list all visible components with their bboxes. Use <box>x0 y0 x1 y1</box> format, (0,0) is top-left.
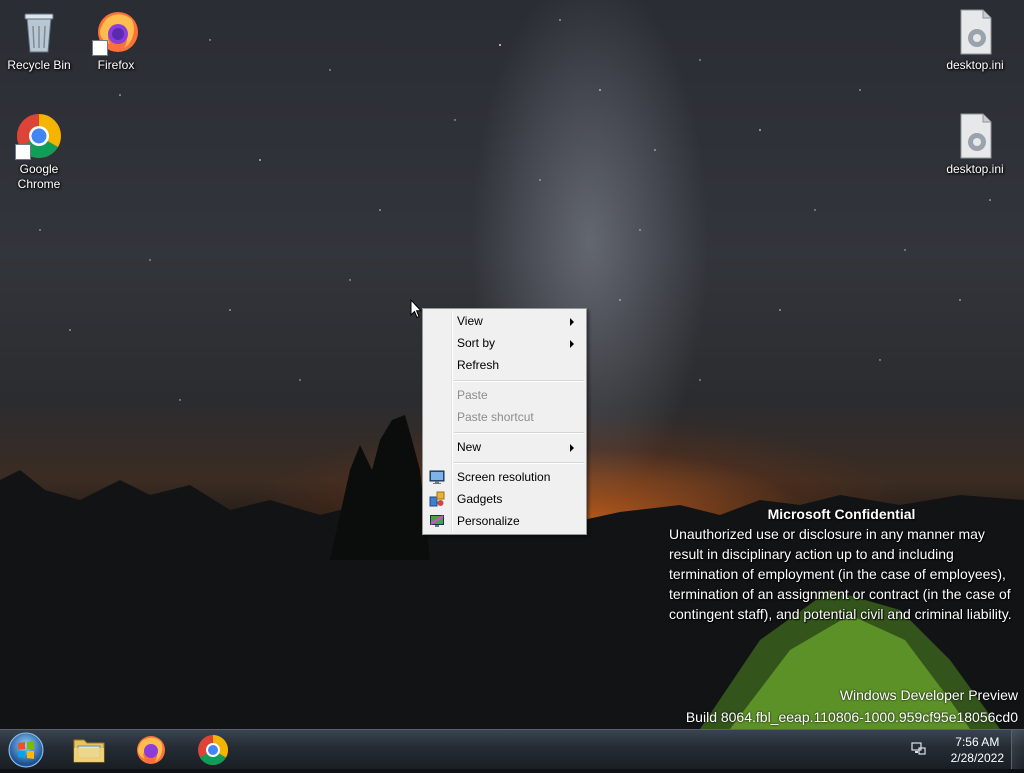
chrome-icon <box>15 112 63 160</box>
desktop-icon-desktop-ini-1[interactable]: desktop.ini <box>935 8 1015 73</box>
windows-logo-icon <box>8 732 44 768</box>
menu-item-label: Screen resolution <box>457 470 551 484</box>
menu-item-label: Paste shortcut <box>457 410 534 424</box>
menu-item-gadgets[interactable]: Gadgets <box>425 488 584 510</box>
desktop-background[interactable]: Recycle Bin Firefox Google Chrome deskto… <box>0 0 1024 729</box>
menu-item-label: New <box>457 440 482 454</box>
menu-item-sort-by[interactable]: Sort by <box>425 332 584 354</box>
taskbar-firefox[interactable] <box>128 732 174 768</box>
desktop-icon-label: desktop.ini <box>946 58 1004 72</box>
desktop-icon-label: desktop.ini <box>946 162 1004 176</box>
taskbar-file-explorer[interactable] <box>66 732 112 768</box>
start-button[interactable] <box>4 732 48 768</box>
mouse-cursor-icon <box>410 299 422 319</box>
menu-separator <box>454 432 584 434</box>
taskbar-clock[interactable]: 7:56 AM 2/28/2022 <box>951 734 1004 766</box>
taskbar-chrome[interactable] <box>190 732 236 768</box>
menu-separator <box>454 380 584 382</box>
desktop-icon-label: Firefox <box>97 58 135 72</box>
menu-item-personalize[interactable]: Personalize <box>425 510 584 532</box>
submenu-arrow-icon <box>570 318 574 326</box>
clock-date: 2/28/2022 <box>950 751 1004 765</box>
system-tray: 7:56 AM 2/28/2022 <box>894 730 1024 769</box>
shortcut-arrow-icon <box>92 40 108 56</box>
shortcut-arrow-icon <box>15 144 31 160</box>
desktop-icon-label: Recycle Bin <box>7 58 71 72</box>
gadgets-icon <box>429 491 445 507</box>
desktop-context-menu: View Sort by Refresh Paste Paste shortcu… <box>422 308 587 535</box>
recycle-bin-icon <box>15 8 63 56</box>
file-explorer-icon <box>73 739 105 763</box>
menu-item-label: Refresh <box>457 358 500 372</box>
desktop-icon-google-chrome[interactable]: Google Chrome <box>0 112 79 192</box>
screen-resolution-icon <box>429 470 445 484</box>
menu-item-label: Personalize <box>457 514 520 528</box>
confidential-notice: Microsoft Confidential Unauthorized use … <box>669 504 1014 624</box>
menu-item-label: Paste <box>457 388 488 402</box>
build-watermark: Windows Developer Preview Build 8064.fbl… <box>686 684 1018 728</box>
firefox-icon <box>137 736 165 764</box>
ini-file-icon <box>951 8 999 56</box>
network-icon[interactable] <box>910 741 926 757</box>
personalize-icon <box>430 515 444 527</box>
firefox-icon <box>92 8 140 56</box>
menu-item-new[interactable]: New <box>425 436 584 458</box>
menu-item-label: View <box>457 314 483 328</box>
clock-time: 7:56 AM <box>955 735 1000 749</box>
menu-item-screen-resolution[interactable]: Screen resolution <box>425 466 584 488</box>
menu-item-label: Sort by <box>457 336 496 350</box>
submenu-arrow-icon <box>570 444 574 452</box>
menu-item-paste-shortcut: Paste shortcut <box>425 406 584 428</box>
desktop-icon-label: Google Chrome <box>17 162 61 191</box>
menu-item-view[interactable]: View <box>425 310 584 332</box>
menu-separator <box>454 462 584 464</box>
show-desktop-button[interactable] <box>1011 730 1024 769</box>
confidential-title: Microsoft Confidential <box>767 506 916 522</box>
desktop-icon-recycle-bin[interactable]: Recycle Bin <box>0 8 79 73</box>
confidential-body: Unauthorized use or disclosure in any ma… <box>669 526 1012 622</box>
taskbar: 7:56 AM 2/28/2022 <box>0 729 1024 769</box>
submenu-arrow-icon <box>570 340 574 348</box>
ini-file-icon <box>951 112 999 160</box>
chrome-icon <box>198 735 229 766</box>
desktop-icon-desktop-ini-2[interactable]: desktop.ini <box>935 112 1015 177</box>
menu-item-paste: Paste <box>425 384 584 406</box>
menu-item-refresh[interactable]: Refresh <box>425 354 584 376</box>
menu-item-label: Gadgets <box>457 492 503 506</box>
desktop-icon-firefox[interactable]: Firefox <box>76 8 156 73</box>
build-watermark-line2: Build 8064.fbl_eeap.110806-1000.959cf95e… <box>685 709 1018 725</box>
build-watermark-line1: Windows Developer Preview <box>839 687 1018 703</box>
